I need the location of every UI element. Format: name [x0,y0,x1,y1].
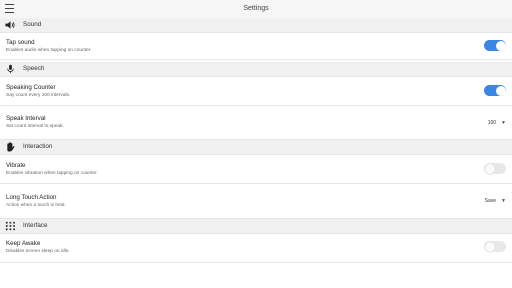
hamburger-icon[interactable] [5,4,14,13]
keep-awake-toggle[interactable] [484,241,506,252]
setting-title-long-touch-action: Long Touch Action [6,194,57,201]
setting-row-keep-awake[interactable]: Keep Awake Disables screen sleep on idle… [0,234,512,263]
setting-row-long-touch-action[interactable]: Long Touch Action Action when a touch is… [0,184,512,219]
setting-title-speaking-counter: Speaking Counter [6,84,56,91]
setting-subtitle-tap-sound: Enables audio when tapping on counter. [6,48,92,53]
toggle-knob [495,40,506,51]
setting-subtitle-long-touch-action: Action when a touch is held. [6,203,66,208]
speak-interval-dropdown[interactable]: 100 ▼ [488,118,506,128]
long-touch-action-value: Save [484,198,497,204]
chevron-down-icon: ▼ [501,198,506,204]
section-label-interface: Interface [23,222,48,229]
setting-subtitle-speaking-counter: Say count every 100 intervals. [6,93,71,98]
vibrate-toggle[interactable] [484,163,506,174]
toggle-knob [484,241,495,252]
setting-title-keep-awake: Keep Awake [6,240,41,247]
toggle-knob [484,163,495,174]
setting-row-speak-interval[interactable]: Speak Interval Set count interval to spe… [0,106,512,140]
tap-sound-toggle[interactable] [484,40,506,51]
setting-title-tap-sound: Tap sound [6,39,35,46]
setting-subtitle-keep-awake: Disables screen sleep on idle. [6,249,70,254]
microphone-icon [7,64,14,74]
setting-title-vibrate: Vibrate [6,162,26,169]
grid-icon [5,221,15,231]
setting-subtitle-speak-interval: Set count interval to speak. [6,124,64,129]
section-label-speech: Speech [23,65,45,72]
toggle-knob [495,85,506,96]
speaker-icon [5,21,15,29]
speaking-counter-toggle[interactable] [484,85,506,96]
chevron-down-icon: ▼ [501,120,506,126]
setting-title-speak-interval: Speak Interval [6,115,46,122]
hand-icon [7,142,15,152]
section-header-sound: Sound [0,18,512,33]
setting-subtitle-vibrate: Enables vibration when tapping on counte… [6,171,98,176]
setting-row-vibrate[interactable]: Vibrate Enables vibration when tapping o… [0,155,512,184]
long-touch-action-dropdown[interactable]: Save ▼ [485,196,506,206]
app-bar: Settings [0,0,512,19]
section-header-interface: Interface [0,219,512,234]
section-label-sound: Sound [23,21,42,28]
page-title: Settings [243,5,269,12]
setting-row-speaking-counter[interactable]: Speaking Counter Say count every 100 int… [0,77,512,106]
speak-interval-value: 100 [487,120,497,126]
setting-row-tap-sound[interactable]: Tap sound Enables audio when tapping on … [0,33,512,60]
section-header-interaction: Interaction [0,140,512,155]
section-label-interaction: Interaction [23,143,53,150]
section-header-speech: Speech [0,62,512,77]
